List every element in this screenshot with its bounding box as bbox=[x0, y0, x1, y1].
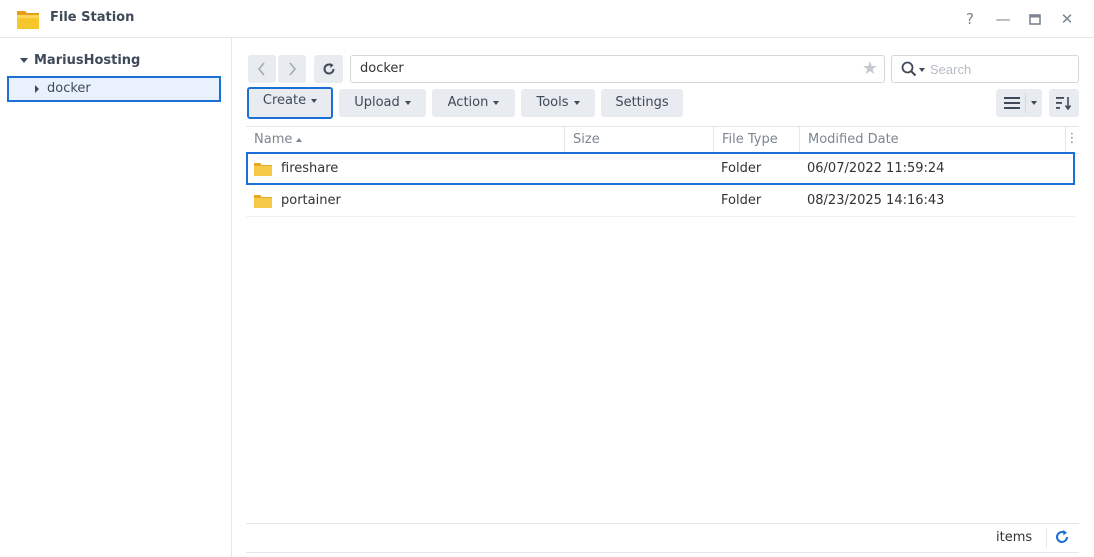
refresh-button[interactable] bbox=[314, 55, 343, 83]
maximize-button[interactable] bbox=[1025, 9, 1045, 29]
action-label: Action bbox=[447, 95, 489, 110]
folder-icon bbox=[254, 194, 272, 208]
refresh-icon[interactable] bbox=[1054, 529, 1070, 545]
type-cell: Folder bbox=[721, 193, 762, 208]
modified-cell: 08/23/2025 14:16:43 bbox=[807, 193, 945, 208]
name-cell: fireshare bbox=[254, 154, 564, 183]
back-button[interactable] bbox=[248, 55, 276, 83]
chevron-right-icon bbox=[289, 62, 297, 76]
sort-icon bbox=[1056, 97, 1072, 110]
column-label: Modified Date bbox=[808, 132, 899, 147]
view-mode-button[interactable] bbox=[996, 89, 1042, 117]
size-cell bbox=[573, 154, 713, 183]
forward-button[interactable] bbox=[278, 55, 306, 83]
tools-button[interactable]: Tools bbox=[521, 89, 595, 117]
tree-root-label: MariusHosting bbox=[34, 53, 141, 68]
dropdown-caret-icon bbox=[493, 100, 500, 105]
settings-button[interactable]: Settings bbox=[601, 89, 683, 117]
tools-label: Tools bbox=[536, 95, 569, 110]
file-station-icon bbox=[17, 11, 39, 29]
create-label: Create bbox=[262, 93, 307, 108]
upload-button[interactable]: Upload bbox=[339, 89, 426, 117]
name-cell: portainer bbox=[254, 185, 564, 216]
path-text: docker bbox=[360, 61, 404, 76]
close-button[interactable]: ✕ bbox=[1057, 9, 1077, 29]
sort-button[interactable] bbox=[1049, 89, 1079, 117]
divider bbox=[1046, 528, 1047, 548]
collapsed-caret-icon[interactable] bbox=[35, 84, 39, 93]
type-cell: Folder bbox=[721, 161, 762, 176]
column-menu-icon[interactable]: ⋮ bbox=[1065, 126, 1079, 154]
file-name: portainer bbox=[281, 193, 341, 208]
sort-ascending-icon bbox=[296, 137, 303, 142]
dropdown-caret-icon bbox=[573, 100, 580, 105]
title-bar: File Station ? — ✕ bbox=[0, 0, 1094, 38]
table-row[interactable]: fireshare Folder 06/07/2022 11:59:24 bbox=[246, 152, 1075, 185]
search-input[interactable] bbox=[930, 61, 1070, 78]
search-box[interactable] bbox=[891, 55, 1079, 83]
folder-tree: MariusHosting docker bbox=[0, 38, 232, 557]
tree-item-label: docker bbox=[47, 81, 91, 96]
action-button[interactable]: Action bbox=[432, 89, 515, 117]
upload-label: Upload bbox=[354, 95, 400, 110]
search-icon[interactable] bbox=[901, 61, 917, 77]
items-count: items bbox=[996, 530, 1033, 545]
modified-cell: 06/07/2022 11:59:24 bbox=[807, 161, 945, 176]
table-header: Name Size File Type Modified Date bbox=[246, 126, 1079, 154]
chevron-left-icon bbox=[257, 62, 265, 76]
size-cell bbox=[573, 185, 713, 216]
create-button[interactable]: Create bbox=[247, 87, 333, 119]
search-filter-caret-icon[interactable] bbox=[919, 68, 925, 72]
dropdown-caret-icon bbox=[311, 98, 318, 103]
table-row[interactable]: portainer Folder 08/23/2025 14:16:43 bbox=[246, 185, 1075, 217]
dropdown-caret-icon bbox=[404, 100, 411, 105]
tree-root-mariushosting[interactable]: MariusHosting bbox=[20, 53, 140, 68]
tree-item-docker[interactable]: docker bbox=[7, 76, 221, 102]
star-icon[interactable]: ★ bbox=[862, 56, 878, 82]
column-header-file-type[interactable]: File Type bbox=[714, 127, 800, 153]
path-field[interactable]: docker ★ bbox=[350, 55, 885, 83]
refresh-icon bbox=[323, 63, 334, 75]
column-header-name[interactable]: Name bbox=[246, 127, 565, 153]
folder-icon bbox=[254, 162, 272, 176]
list-view-icon bbox=[1004, 97, 1020, 109]
expand-caret-icon[interactable] bbox=[20, 58, 28, 63]
status-bar bbox=[246, 523, 1079, 553]
column-label: File Type bbox=[722, 132, 778, 147]
file-name: fireshare bbox=[281, 161, 339, 176]
settings-label: Settings bbox=[615, 95, 669, 110]
column-label: Name bbox=[254, 132, 293, 147]
app-title: File Station bbox=[50, 10, 135, 25]
help-button[interactable]: ? bbox=[960, 9, 980, 29]
column-label: Size bbox=[573, 132, 600, 147]
column-header-modified-date[interactable]: Modified Date bbox=[800, 127, 1066, 153]
minimize-button[interactable]: — bbox=[993, 9, 1013, 29]
column-header-size[interactable]: Size bbox=[565, 127, 714, 153]
view-dropdown-caret-icon[interactable] bbox=[1031, 101, 1037, 105]
